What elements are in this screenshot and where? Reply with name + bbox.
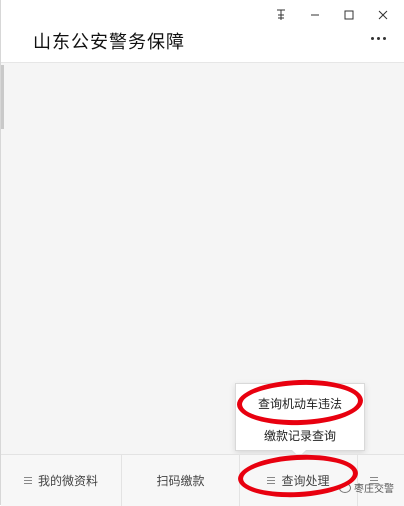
scrollbar[interactable] <box>1 65 4 129</box>
app-title: 山东公安警务保障 <box>33 32 185 53</box>
menu-item-payment-records[interactable]: 缴款记录查询 <box>236 420 364 450</box>
menu-tab-label: 查询处理 <box>281 474 330 488</box>
menu-tab-my-profile[interactable]: 我的微资料 <box>1 455 122 506</box>
minimize-icon[interactable] <box>300 6 330 24</box>
submenu-popup: 查询机动车违法 缴款记录查询 <box>235 383 365 457</box>
wechat-icon <box>339 482 351 493</box>
menu-lines-icon <box>23 475 32 486</box>
more-options-icon[interactable] <box>371 37 386 40</box>
window-controls <box>266 6 398 24</box>
watermark: 枣庄交警 <box>339 480 394 495</box>
close-icon[interactable] <box>368 6 398 24</box>
pin-icon[interactable] <box>266 6 296 24</box>
menu-tab-label: 我的微资料 <box>37 474 98 488</box>
menu-tab-scan-pay[interactable]: 扫码缴款 <box>122 455 240 506</box>
watermark-text: 枣庄交警 <box>354 484 394 495</box>
menu-tab-label: 扫码缴款 <box>156 474 205 488</box>
app-window: 山东公安警务保障 查询机动车违法 缴款记录查询 我的微资料 扫码缴款 查询处理 … <box>0 0 404 506</box>
maximize-icon[interactable] <box>334 6 364 24</box>
menu-item-query-vehicle-violation[interactable]: 查询机动车违法 <box>236 388 364 418</box>
menu-lines-icon <box>267 475 276 486</box>
